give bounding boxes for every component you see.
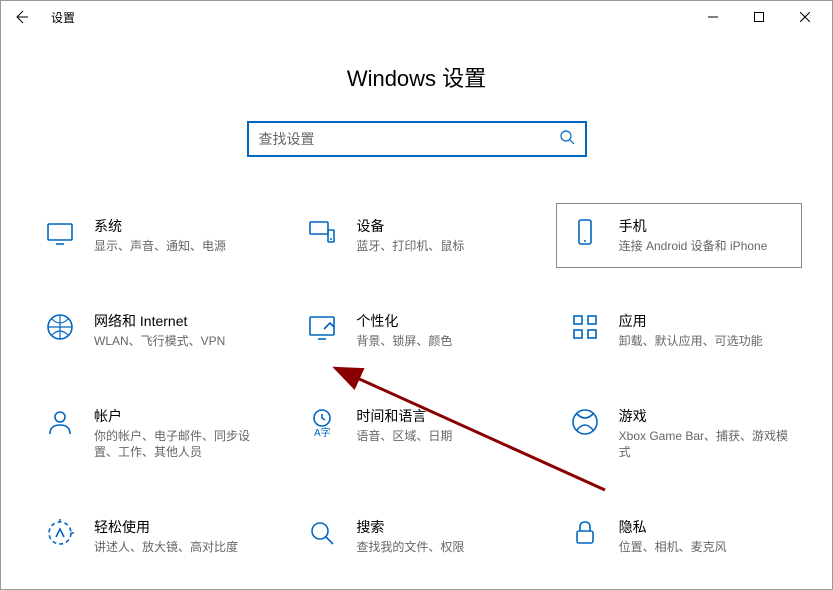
tile-text: 应用卸载、默认应用、可选功能 [619, 311, 763, 350]
ease-icon [44, 517, 76, 549]
tile-desc: 你的帐户、电子邮件、同步设置、工作、其他人员 [94, 428, 264, 462]
tile-title: 帐户 [94, 406, 264, 426]
tile-desc: 连接 Android 设备和 iPhone [619, 238, 768, 255]
minimize-button[interactable] [690, 1, 736, 33]
tile-privacy[interactable]: 隐私位置、相机、麦克风 [556, 504, 802, 569]
page-title: Windows 设置 [347, 61, 486, 93]
devices-icon [306, 216, 338, 248]
tile-devices[interactable]: 设备蓝牙、打印机、鼠标 [293, 203, 539, 268]
content: Windows 设置 系统显示、声音、通知、电源 设备蓝牙、打印机、鼠标 手机连接 … [1, 33, 832, 589]
tile-title: 系统 [94, 216, 226, 236]
tile-text: 系统显示、声音、通知、电源 [94, 216, 226, 255]
tile-text: 搜索查找我的文件、权限 [356, 517, 464, 556]
back-button[interactable] [5, 1, 37, 33]
tile-title: 轻松使用 [94, 517, 238, 537]
tile-apps[interactable]: 应用卸载、默认应用、可选功能 [556, 298, 802, 363]
tile-title: 设备 [356, 216, 464, 236]
tile-phone[interactable]: 手机连接 Android 设备和 iPhone [556, 203, 802, 268]
back-arrow-icon [13, 9, 29, 25]
tile-search[interactable]: 搜索查找我的文件、权限 [293, 504, 539, 569]
gaming-icon [569, 406, 601, 438]
tile-desc: 讲述人、放大镜、高对比度 [94, 539, 238, 556]
tile-text: 隐私位置、相机、麦克风 [619, 517, 727, 556]
tile-ease[interactable]: 轻松使用讲述人、放大镜、高对比度 [31, 504, 277, 569]
tile-text: 手机连接 Android 设备和 iPhone [619, 216, 768, 255]
tile-text: 时间和语言语音、区域、日期 [356, 406, 452, 445]
tile-desc: Xbox Game Bar、捕获、游戏模式 [619, 428, 789, 462]
tile-time[interactable]: A字 时间和语言语音、区域、日期 [293, 393, 539, 475]
tile-title: 网络和 Internet [94, 311, 225, 331]
time-icon: A字 [306, 406, 338, 438]
phone-icon [569, 216, 601, 248]
accounts-icon [44, 406, 76, 438]
tile-text: 设备蓝牙、打印机、鼠标 [356, 216, 464, 255]
tile-title: 游戏 [619, 406, 789, 426]
titlebar: 设置 [1, 1, 832, 33]
titlebar-left: 设置 [5, 1, 75, 33]
tile-text: 个性化背景、锁屏、颜色 [356, 311, 452, 350]
close-button[interactable] [782, 1, 828, 33]
maximize-button[interactable] [736, 1, 782, 33]
tile-title: 时间和语言 [356, 406, 452, 426]
tile-desc: 语音、区域、日期 [356, 428, 452, 445]
tile-desc: 显示、声音、通知、电源 [94, 238, 226, 255]
tile-text: 网络和 Internet WLAN、飞行模式、VPN [94, 311, 225, 350]
settings-grid: 系统显示、声音、通知、电源 设备蓝牙、打印机、鼠标 手机连接 Android 设备和… [1, 203, 832, 569]
tile-desc: 蓝牙、打印机、鼠标 [356, 238, 464, 255]
tile-gaming[interactable]: 游戏Xbox Game Bar、捕获、游戏模式 [556, 393, 802, 475]
svg-text:A字: A字 [314, 426, 331, 438]
search-input[interactable] [259, 131, 559, 147]
apps-icon [569, 311, 601, 343]
privacy-icon [569, 517, 601, 549]
tile-title: 应用 [619, 311, 763, 331]
window-controls [690, 1, 828, 33]
tile-text: 轻松使用讲述人、放大镜、高对比度 [94, 517, 238, 556]
tile-desc: 位置、相机、麦克风 [619, 539, 727, 556]
tile-text: 游戏Xbox Game Bar、捕获、游戏模式 [619, 406, 789, 462]
search-icon [306, 517, 338, 549]
tile-desc: 背景、锁屏、颜色 [356, 333, 452, 350]
minimize-icon [708, 12, 718, 22]
tile-network[interactable]: 网络和 Internet WLAN、飞行模式、VPN [31, 298, 277, 363]
settings-window: 设置 Windows 设置 系统显示、声音、通知、电源 设备蓝牙、打印机、鼠标 手机… [0, 0, 833, 590]
tile-accounts[interactable]: 帐户你的帐户、电子邮件、同步设置、工作、其他人员 [31, 393, 277, 475]
tile-system[interactable]: 系统显示、声音、通知、电源 [31, 203, 277, 268]
maximize-icon [754, 12, 764, 22]
tile-desc: WLAN、飞行模式、VPN [94, 333, 225, 350]
system-icon [44, 216, 76, 248]
personalize-icon [306, 311, 338, 343]
tile-text: 帐户你的帐户、电子邮件、同步设置、工作、其他人员 [94, 406, 264, 462]
close-icon [800, 12, 810, 22]
tile-personalize[interactable]: 个性化背景、锁屏、颜色 [293, 298, 539, 363]
tile-title: 个性化 [356, 311, 452, 331]
search-box[interactable] [247, 121, 587, 157]
search-icon [559, 129, 575, 150]
tile-desc: 查找我的文件、权限 [356, 539, 464, 556]
network-icon [44, 311, 76, 343]
tile-title: 手机 [619, 216, 768, 236]
tile-title: 搜索 [356, 517, 464, 537]
tile-title: 隐私 [619, 517, 727, 537]
app-title: 设置 [51, 9, 75, 26]
tile-desc: 卸载、默认应用、可选功能 [619, 333, 763, 350]
